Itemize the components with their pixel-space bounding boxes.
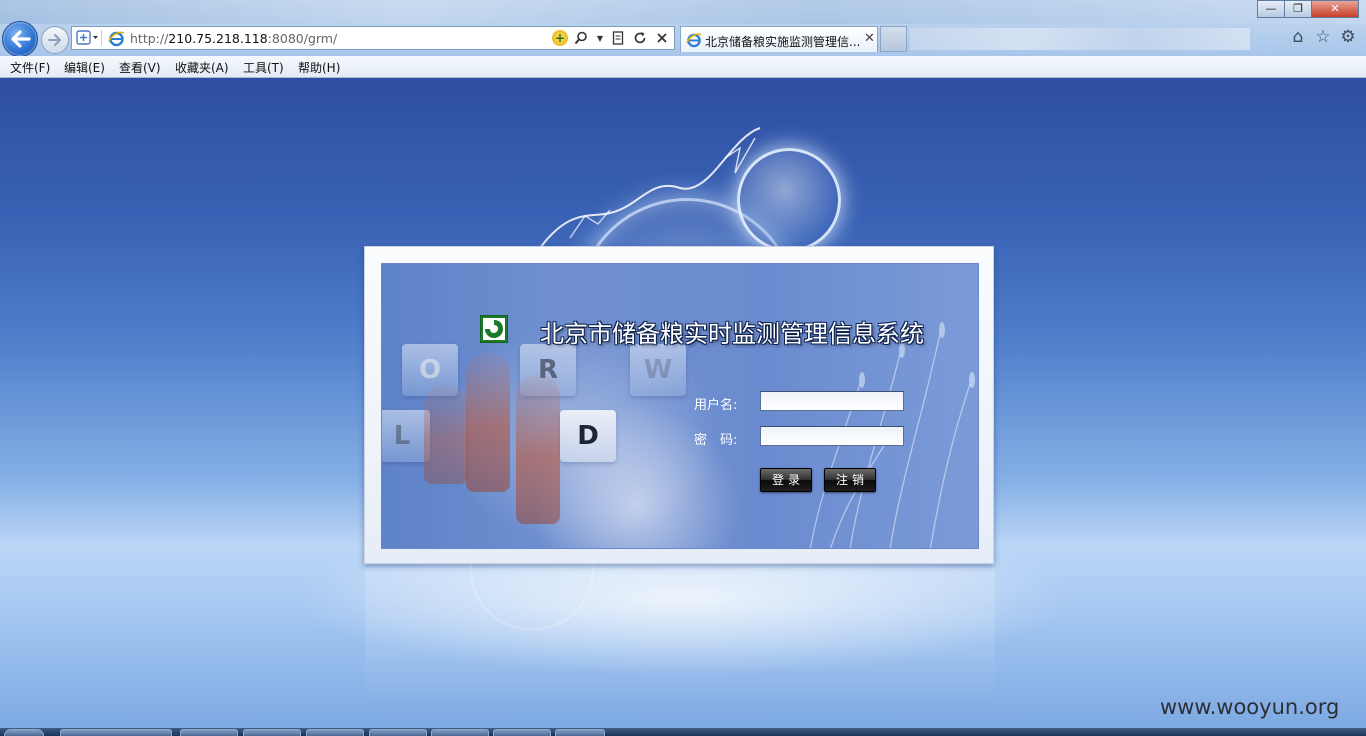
back-arrow-icon: [11, 30, 31, 48]
taskbar-item[interactable]: [493, 729, 551, 736]
menu-bar: 文件(F) 编辑(E) 查看(V) 收藏夹(A) 工具(T) 帮助(H): [0, 56, 1366, 78]
url-path: :8080/grm/: [267, 31, 338, 46]
decor-finger: [466, 352, 510, 492]
system-title: 北京市储备粮实时监测管理信息系统: [540, 320, 924, 348]
start-button[interactable]: [4, 729, 44, 736]
menu-favorites[interactable]: 收藏夹(A): [175, 59, 229, 76]
decor-key-w: W: [630, 344, 686, 396]
taskbar-item[interactable]: [243, 729, 301, 736]
favorites-star-icon[interactable]: ☆: [1315, 27, 1331, 47]
go-icon[interactable]: +: [552, 30, 568, 46]
compatibility-page-icon[interactable]: [610, 30, 626, 46]
address-bar[interactable]: http://210.75.218.118:8080/grm/ + ▼: [71, 26, 675, 50]
search-icon[interactable]: [574, 30, 590, 46]
tab-title: 北京储备粮实施监测管理信...: [705, 35, 861, 49]
menu-edit[interactable]: 编辑(E): [64, 59, 105, 76]
login-panel: O R W D L 北京市储备粮实时监测管理信息系统 用户名: 密 码: 登录 …: [364, 246, 994, 564]
login-panel-inner: O R W D L 北京市储备粮实时监测管理信息系统 用户名: 密 码: 登录 …: [381, 263, 979, 549]
settings-gear-icon[interactable]: ⚙: [1340, 27, 1356, 47]
taskbar: [0, 728, 1366, 736]
decor-key-l: L: [382, 410, 430, 462]
ie-icon: [108, 31, 125, 47]
username-input[interactable]: [760, 391, 904, 411]
browser-right-icons: ⌂ ☆ ⚙: [1290, 27, 1356, 47]
taskbar-item[interactable]: [369, 729, 427, 736]
compatibility-view-button[interactable]: [75, 30, 102, 46]
maximize-button[interactable]: ❐: [1284, 0, 1312, 18]
dropdown-arrow-icon[interactable]: ▼: [596, 30, 604, 46]
panel-reflection: [365, 568, 995, 708]
home-icon[interactable]: ⌂: [1290, 27, 1306, 47]
login-button[interactable]: 登录: [760, 468, 812, 492]
taskbar-item[interactable]: [306, 729, 364, 736]
tab-active[interactable]: 北京储备粮实施监测管理信... ✕: [680, 26, 878, 52]
lightning-decoration: [539, 127, 761, 249]
page-content: O R W D L 北京市储备粮实时监测管理信息系统 用户名: 密 码: 登录 …: [0, 78, 1366, 728]
ie-icon: [686, 33, 702, 48]
taskbar-item[interactable]: [555, 729, 605, 736]
window-controls: — ❐ ✕: [1257, 0, 1359, 18]
menu-view[interactable]: 查看(V): [119, 59, 161, 76]
blurred-tabs: [910, 28, 1250, 50]
tab-close-icon[interactable]: ✕: [864, 31, 875, 46]
cancel-button[interactable]: 注销: [824, 468, 876, 492]
address-url[interactable]: http://210.75.218.118:8080/grm/: [130, 31, 337, 46]
taskbar-item[interactable]: [180, 729, 238, 736]
taskbar-item[interactable]: [60, 729, 172, 736]
forward-arrow-icon: [48, 34, 61, 46]
decor-finger: [516, 374, 560, 524]
decor-finger: [424, 384, 468, 484]
url-scheme: http://: [130, 31, 169, 46]
username-label: 用户名:: [694, 398, 738, 413]
browser-chrome: — ❐ ✕ http://210.75.218.118:8080/grm/ + …: [0, 0, 1366, 57]
minimize-button[interactable]: —: [1257, 0, 1285, 18]
address-tools: + ▼: [552, 29, 670, 47]
close-window-button[interactable]: ✕: [1311, 0, 1359, 18]
menu-file[interactable]: 文件(F): [10, 59, 50, 76]
password-input[interactable]: [760, 426, 904, 446]
back-button[interactable]: [2, 21, 38, 57]
stop-icon[interactable]: [654, 30, 670, 46]
title-bar: [0, 0, 1366, 24]
taskbar-item[interactable]: [431, 729, 489, 736]
menu-help[interactable]: 帮助(H): [298, 59, 340, 76]
menu-tools[interactable]: 工具(T): [243, 59, 284, 76]
decor-key-d: D: [560, 410, 616, 462]
forward-button[interactable]: [41, 26, 69, 54]
refresh-icon[interactable]: [632, 30, 648, 46]
new-tab-button[interactable]: [880, 26, 907, 52]
url-host: 210.75.218.118: [168, 31, 268, 46]
password-label: 密 码:: [694, 433, 738, 448]
compatibility-icon: [76, 30, 98, 45]
system-logo-icon: [480, 315, 508, 343]
watermark: www.wooyun.org: [1160, 695, 1340, 719]
